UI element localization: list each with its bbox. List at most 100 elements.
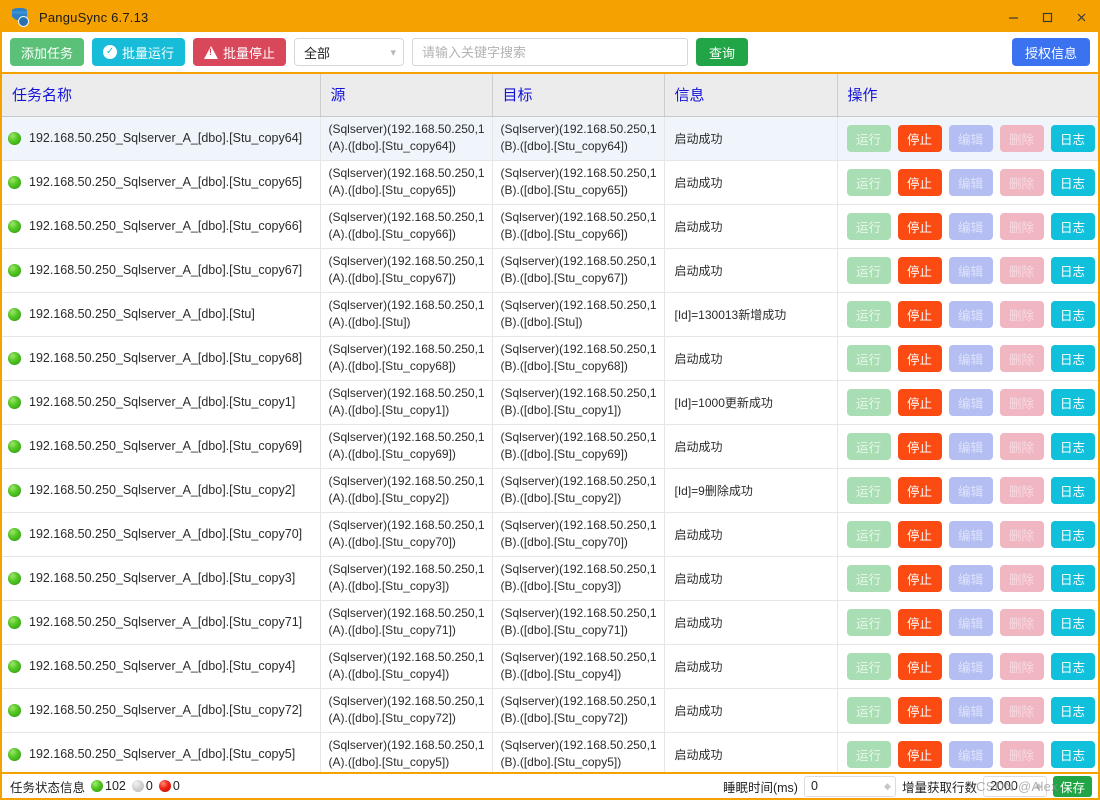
- log-button[interactable]: 日志: [1050, 520, 1095, 548]
- cell-task-name[interactable]: 192.168.50.250_Sqlserver_A_[dbo].[Stu_co…: [2, 732, 321, 772]
- column-header-task-name[interactable]: 任务名称: [2, 74, 321, 117]
- column-header-info[interactable]: 信息: [664, 74, 838, 117]
- table-row[interactable]: 192.168.50.250_Sqlserver_A_[dbo].[Stu_co…: [2, 248, 1098, 293]
- column-header-target[interactable]: 目标: [492, 74, 665, 117]
- log-button[interactable]: 日志: [1050, 212, 1095, 240]
- edit-button[interactable]: 编辑: [948, 168, 993, 196]
- run-button[interactable]: 运行: [846, 300, 891, 328]
- cell-source[interactable]: (Sqlserver)(192.168.50.250,1 (A).([dbo].[…: [320, 468, 493, 513]
- run-button[interactable]: 运行: [846, 740, 891, 768]
- close-icon[interactable]: [1064, 2, 1098, 32]
- cell-task-name[interactable]: 192.168.50.250_Sqlserver_A_[dbo].[Stu_co…: [2, 380, 321, 425]
- maximize-icon[interactable]: [1030, 2, 1064, 32]
- stop-button[interactable]: 停止: [897, 256, 942, 284]
- incremental-rows-stepper[interactable]: 2000 ◆: [982, 775, 1047, 797]
- cell-target[interactable]: (Sqlserver)(192.168.50.250,1 (B).([dbo].[…: [492, 248, 665, 293]
- cell-task-name[interactable]: 192.168.50.250_Sqlserver_A_[dbo].[Stu_co…: [2, 116, 321, 161]
- log-button[interactable]: 日志: [1050, 124, 1095, 152]
- edit-button[interactable]: 编辑: [948, 564, 993, 592]
- cell-source[interactable]: (Sqlserver)(192.168.50.250,1 (A).([dbo].[…: [320, 644, 493, 689]
- delete-button[interactable]: 删除: [999, 212, 1044, 240]
- stop-button[interactable]: 停止: [897, 212, 942, 240]
- cell-target[interactable]: (Sqlserver)(192.168.50.250,1 (B).([dbo].[…: [492, 688, 665, 733]
- delete-button[interactable]: 删除: [999, 300, 1044, 328]
- log-button[interactable]: 日志: [1050, 608, 1095, 636]
- cell-target[interactable]: (Sqlserver)(192.168.50.250,1 (B).([dbo].[…: [492, 512, 665, 557]
- cell-task-name[interactable]: 192.168.50.250_Sqlserver_A_[dbo].[Stu_co…: [2, 512, 321, 557]
- run-button[interactable]: 运行: [846, 168, 891, 196]
- edit-button[interactable]: 编辑: [948, 652, 993, 680]
- cell-task-name[interactable]: 192.168.50.250_Sqlserver_A_[dbo].[Stu_co…: [2, 424, 321, 469]
- sleep-time-stepper[interactable]: 0 ◆: [803, 775, 896, 797]
- edit-button[interactable]: 编辑: [948, 696, 993, 724]
- delete-button[interactable]: 删除: [999, 344, 1044, 372]
- delete-button[interactable]: 删除: [999, 652, 1044, 680]
- cell-source[interactable]: (Sqlserver)(192.168.50.250,1 (A).([dbo].[…: [320, 424, 493, 469]
- delete-button[interactable]: 删除: [999, 124, 1044, 152]
- cell-task-name[interactable]: 192.168.50.250_Sqlserver_A_[dbo].[Stu_co…: [2, 336, 321, 381]
- table-row[interactable]: 192.168.50.250_Sqlserver_A_[dbo].[Stu_co…: [2, 204, 1098, 249]
- run-button[interactable]: 运行: [846, 212, 891, 240]
- stop-button[interactable]: 停止: [897, 168, 942, 196]
- run-button[interactable]: 运行: [846, 124, 891, 152]
- delete-button[interactable]: 删除: [999, 564, 1044, 592]
- cell-target[interactable]: (Sqlserver)(192.168.50.250,1 (B).([dbo].[…: [492, 292, 665, 337]
- edit-button[interactable]: 编辑: [948, 256, 993, 284]
- run-button[interactable]: 运行: [846, 696, 891, 724]
- cell-task-name[interactable]: 192.168.50.250_Sqlserver_A_[dbo].[Stu_co…: [2, 468, 321, 513]
- query-button[interactable]: 查询: [695, 38, 748, 66]
- status-filter-select[interactable]: 全部 ▾: [294, 38, 405, 66]
- stop-button[interactable]: 停止: [897, 608, 942, 636]
- stop-button[interactable]: 停止: [897, 388, 942, 416]
- edit-button[interactable]: 编辑: [948, 344, 993, 372]
- delete-button[interactable]: 删除: [999, 388, 1044, 416]
- stop-button[interactable]: 停止: [897, 300, 942, 328]
- cell-target[interactable]: (Sqlserver)(192.168.50.250,1 (B).([dbo].[…: [492, 600, 665, 645]
- stop-button[interactable]: 停止: [897, 432, 942, 460]
- delete-button[interactable]: 删除: [999, 608, 1044, 636]
- edit-button[interactable]: 编辑: [948, 608, 993, 636]
- delete-button[interactable]: 删除: [999, 476, 1044, 504]
- edit-button[interactable]: 编辑: [948, 740, 993, 768]
- table-row[interactable]: 192.168.50.250_Sqlserver_A_[dbo].[Stu_co…: [2, 160, 1098, 205]
- edit-button[interactable]: 编辑: [948, 300, 993, 328]
- cell-task-name[interactable]: 192.168.50.250_Sqlserver_A_[dbo].[Stu_co…: [2, 160, 321, 205]
- log-button[interactable]: 日志: [1050, 432, 1095, 460]
- cell-task-name[interactable]: 192.168.50.250_Sqlserver_A_[dbo].[Stu_co…: [2, 600, 321, 645]
- log-button[interactable]: 日志: [1050, 740, 1095, 768]
- delete-button[interactable]: 删除: [999, 432, 1044, 460]
- table-row[interactable]: 192.168.50.250_Sqlserver_A_[dbo].[Stu_co…: [2, 424, 1098, 469]
- log-button[interactable]: 日志: [1050, 476, 1095, 504]
- column-header-source[interactable]: 源: [320, 74, 493, 117]
- cell-target[interactable]: (Sqlserver)(192.168.50.250,1 (B).([dbo].[…: [492, 116, 665, 161]
- log-button[interactable]: 日志: [1050, 652, 1095, 680]
- run-button[interactable]: 运行: [846, 520, 891, 548]
- delete-button[interactable]: 删除: [999, 256, 1044, 284]
- table-row[interactable]: 192.168.50.250_Sqlserver_A_[dbo].[Stu_co…: [2, 556, 1098, 601]
- cell-target[interactable]: (Sqlserver)(192.168.50.250,1 (B).([dbo].[…: [492, 380, 665, 425]
- stop-button[interactable]: 停止: [897, 124, 942, 152]
- log-button[interactable]: 日志: [1050, 256, 1095, 284]
- log-button[interactable]: 日志: [1050, 300, 1095, 328]
- run-button[interactable]: 运行: [846, 564, 891, 592]
- run-button[interactable]: 运行: [846, 432, 891, 460]
- cell-task-name[interactable]: 192.168.50.250_Sqlserver_A_[dbo].[Stu_co…: [2, 688, 321, 733]
- table-row[interactable]: 192.168.50.250_Sqlserver_A_[dbo].[Stu_co…: [2, 512, 1098, 557]
- cell-target[interactable]: (Sqlserver)(192.168.50.250,1 (B).([dbo].[…: [492, 468, 665, 513]
- delete-button[interactable]: 删除: [999, 520, 1044, 548]
- cell-source[interactable]: (Sqlserver)(192.168.50.250,1 (A).([dbo].[…: [320, 116, 493, 161]
- search-input[interactable]: [412, 38, 688, 66]
- stop-button[interactable]: 停止: [897, 344, 942, 372]
- cell-target[interactable]: (Sqlserver)(192.168.50.250,1 (B).([dbo].[…: [492, 556, 665, 601]
- cell-source[interactable]: (Sqlserver)(192.168.50.250,1 (A).([dbo].[…: [320, 600, 493, 645]
- cell-task-name[interactable]: 192.168.50.250_Sqlserver_A_[dbo].[Stu_co…: [2, 644, 321, 689]
- cell-source[interactable]: (Sqlserver)(192.168.50.250,1 (A).([dbo].[…: [320, 292, 493, 337]
- stop-button[interactable]: 停止: [897, 520, 942, 548]
- cell-source[interactable]: (Sqlserver)(192.168.50.250,1 (A).([dbo].[…: [320, 380, 493, 425]
- cell-target[interactable]: (Sqlserver)(192.168.50.250,1 (B).([dbo].[…: [492, 732, 665, 772]
- delete-button[interactable]: 删除: [999, 740, 1044, 768]
- log-button[interactable]: 日志: [1050, 388, 1095, 416]
- cell-source[interactable]: (Sqlserver)(192.168.50.250,1 (A).([dbo].[…: [320, 732, 493, 772]
- column-header-actions[interactable]: 操作: [837, 74, 1098, 117]
- run-button[interactable]: 运行: [846, 608, 891, 636]
